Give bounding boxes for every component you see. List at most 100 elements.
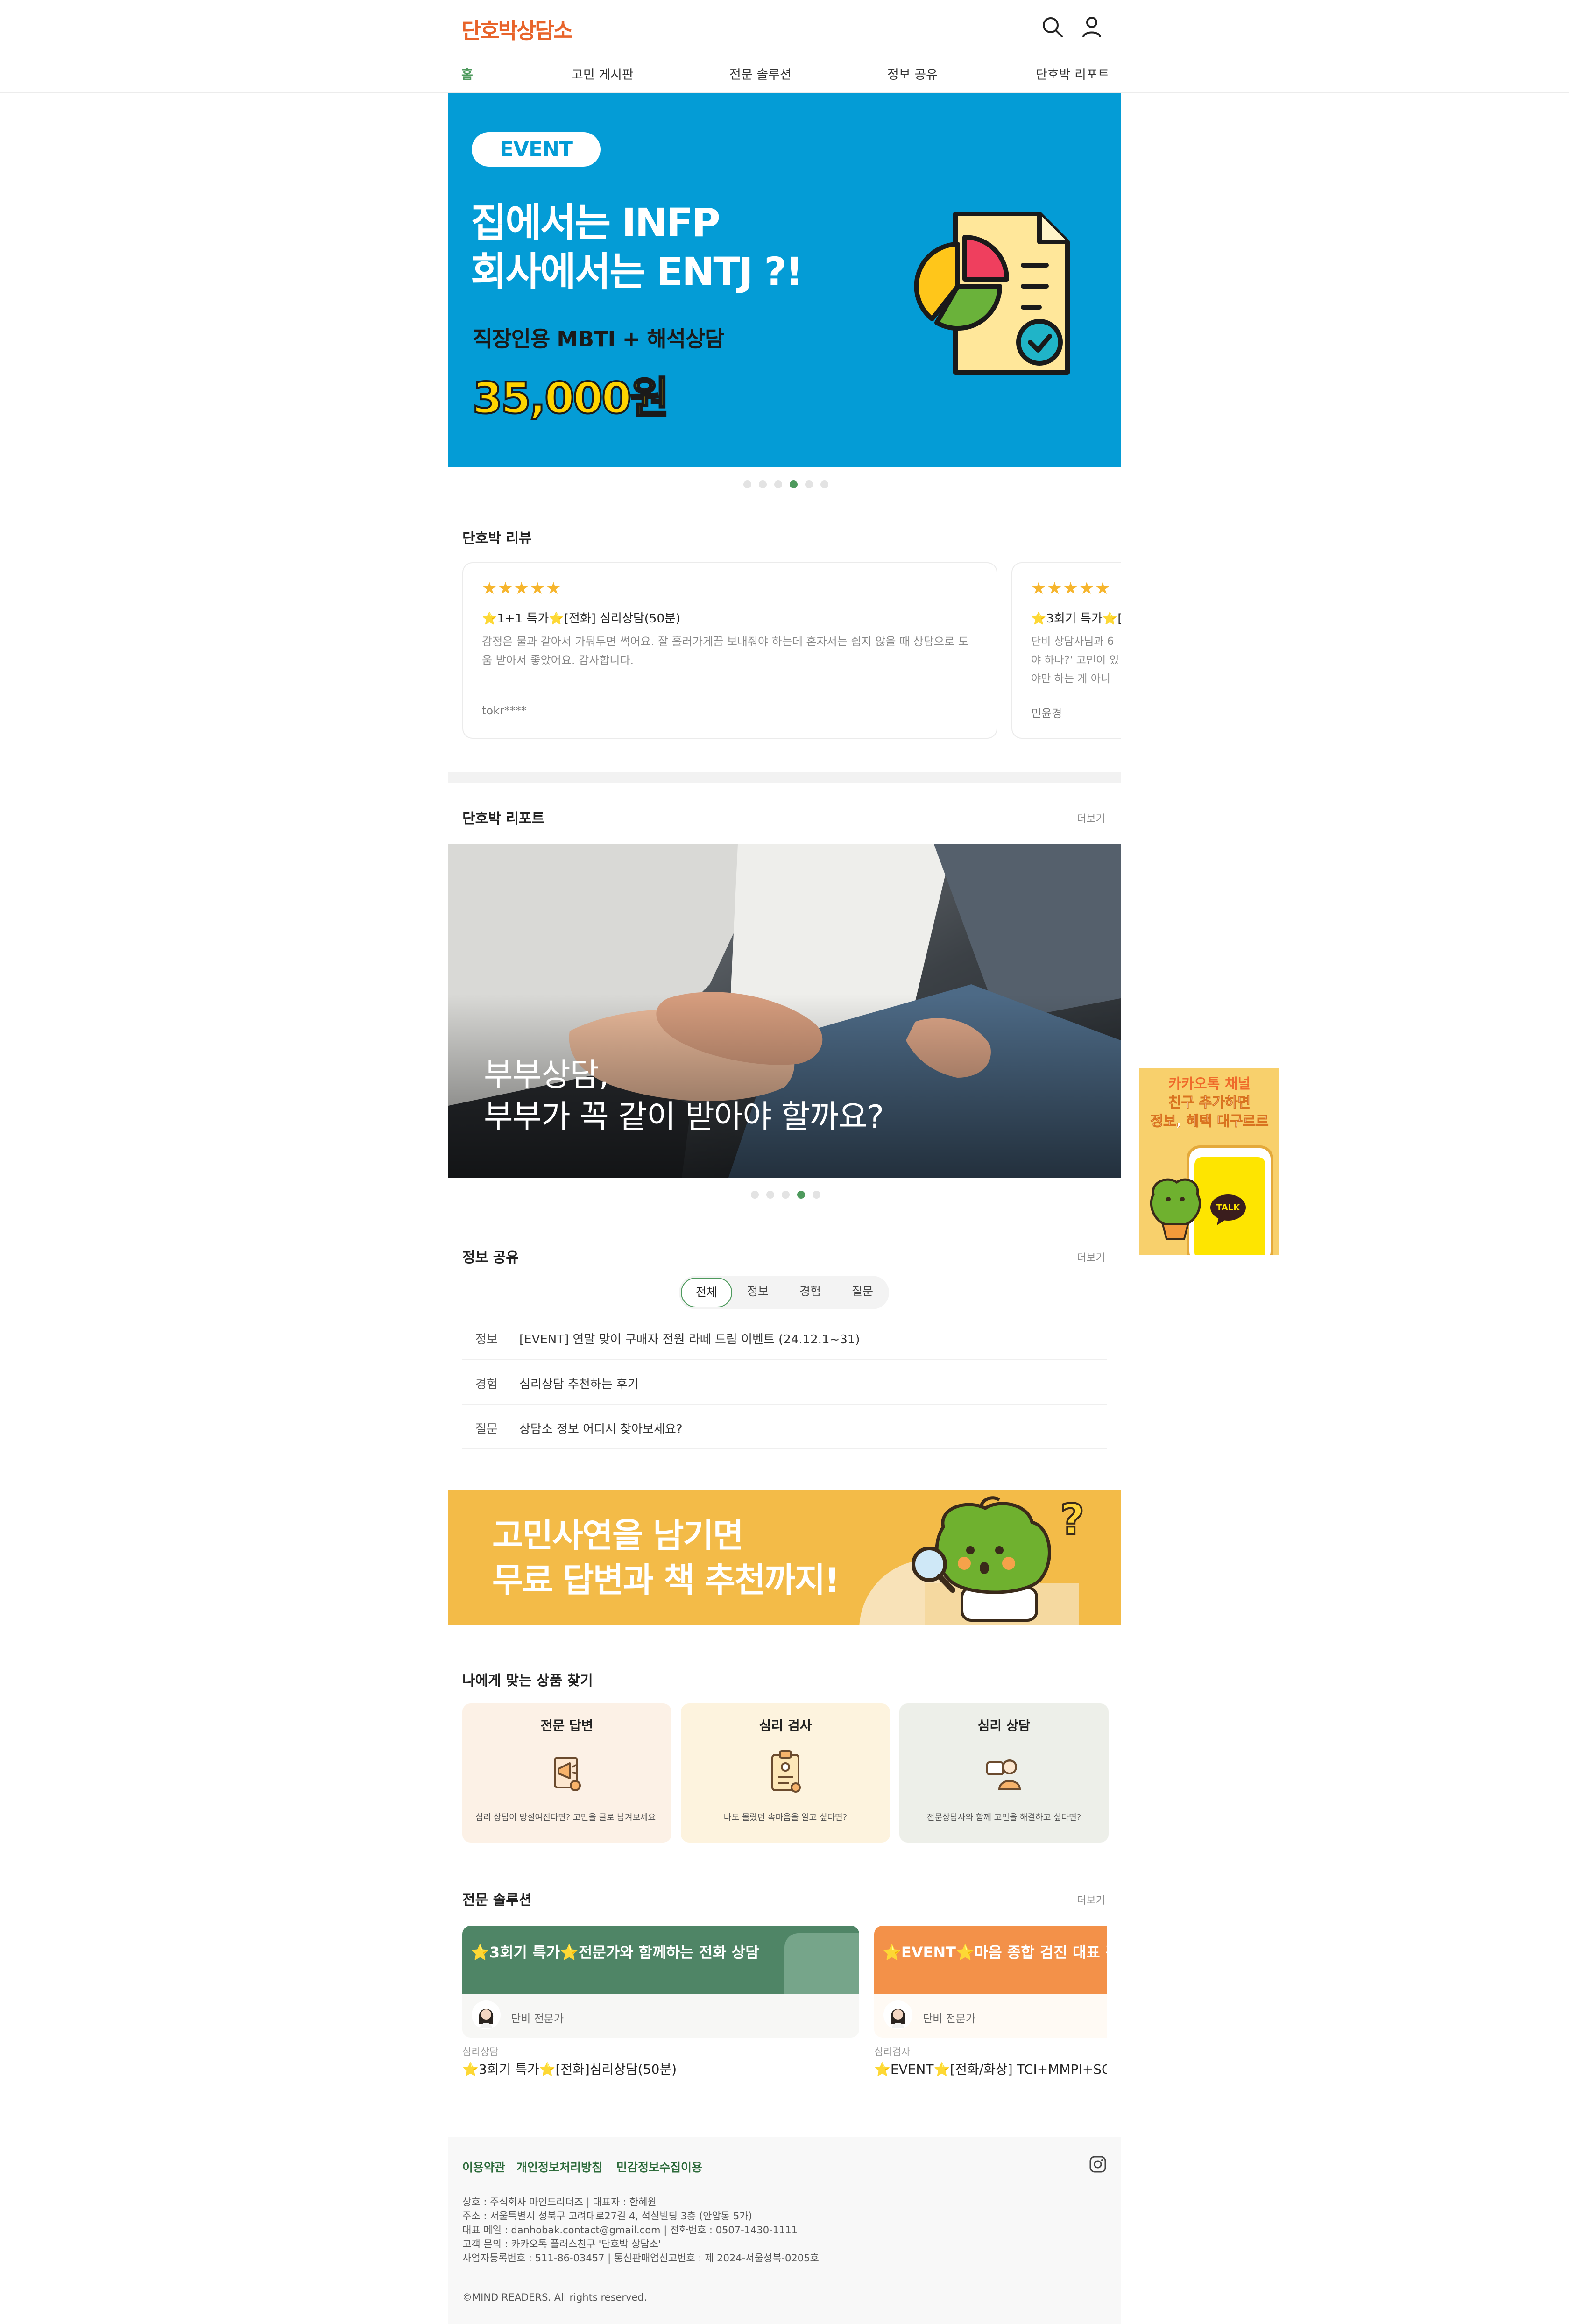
solution-card-title: ⭐3회기 특가⭐전문가와 함께하는 전화 상담 — [471, 1943, 759, 1961]
product-title: 전문 답변 — [540, 1718, 594, 1733]
chip-experience[interactable]: 경험 — [784, 1278, 836, 1307]
kakao-line-1: 카카오톡 채널 — [1168, 1076, 1251, 1092]
kakao-line-2: 친구 추가하면 — [1168, 1095, 1251, 1111]
solution-product-name[interactable]: ⭐3회기 특가⭐[전화]심리상담(50분) — [462, 2059, 677, 2078]
kakao-channel-banner[interactable]: 카카오톡 채널 친구 추가하면 정보, 혜택 대구르르 TALK — [1139, 1068, 1279, 1255]
solution-expert-bar: 단비 전문가 — [462, 1994, 859, 2038]
product-card-expert-answer[interactable]: 전문 답변 심리 상담이 망설여진다면? 고민을 글로 남겨보세요. — [462, 1703, 671, 1843]
search-icon[interactable] — [1039, 14, 1066, 40]
section-divider — [448, 772, 1121, 783]
kakao-line-3: 정보, 혜택 대구르르 — [1150, 1113, 1269, 1130]
solution-product-name[interactable]: ⭐EVENT⭐[전화/화상] TCI+MMPI+SCT+ — [874, 2059, 1107, 2078]
solution-category: 심리상담 — [462, 2046, 499, 2057]
review-product: ⭐1+1 특가⭐[전화] 심리상담(50분) — [482, 612, 681, 626]
footer-link-sensitive-info[interactable]: 민감정보수집이용 — [616, 2158, 702, 2175]
solution-expert-bar: 단비 전문가 — [874, 1994, 1107, 2038]
footer-link-privacy[interactable]: 개인정보처리방침 — [516, 2158, 602, 2175]
event-badge: EVENT — [472, 132, 601, 167]
products-title: 나에게 맞는 상품 찾기 — [462, 1673, 593, 1689]
pie-chart-document-icon — [914, 212, 1070, 375]
report-slide-dot-5[interactable] — [813, 1191, 820, 1199]
rating-stars: ★★★★★ — [1031, 579, 1111, 598]
hero-slide-dot-6[interactable] — [820, 480, 828, 488]
footer-address: 주소 : 서울특별시 성북구 고려대로27길 4, 석실빌딩 3층 (안암동 5… — [462, 2211, 752, 2222]
nav-report[interactable]: 단호박 리포트 — [1036, 64, 1110, 83]
rating-stars: ★★★★★ — [482, 579, 562, 598]
chip-question[interactable]: 질문 — [837, 1278, 888, 1307]
footer-company: 상호 : 주식회사 마인드리더즈 | 대표자 : 한혜원 — [462, 2197, 657, 2208]
reviews-title: 단호박 리뷰 — [462, 530, 532, 547]
product-desc: 전문상담사와 함께 고민을 해결하고 싶다면? — [926, 1813, 1081, 1822]
chip-info[interactable]: 정보 — [732, 1278, 784, 1307]
nav-home[interactable]: 홈 — [461, 64, 473, 83]
footer-link-terms[interactable]: 이용약관 — [462, 2158, 505, 2175]
promo-line-1: 고민사연을 남기면 — [492, 1516, 744, 1555]
site-logo[interactable]: 단호박상담소 — [461, 14, 573, 45]
chip-all[interactable]: 전체 — [681, 1278, 732, 1307]
hero-slide-dot-1[interactable] — [743, 480, 751, 488]
info-row[interactable]: 정보 [EVENT] 연말 맞이 구매자 전원 라떼 드림 이벤트 (24.12… — [462, 1315, 1107, 1360]
solutions-more-link[interactable]: 더보기 — [1077, 1892, 1105, 1907]
hero-slide-dot-5[interactable] — [805, 480, 813, 488]
review-card[interactable]: ★★★★★ ⭐1+1 특가⭐[전화] 심리상담(50분) 감정은 물과 같아서 … — [462, 562, 997, 739]
pumpkin-mascot-icon: ? — [859, 1494, 1085, 1625]
product-title: 심리 상담 — [977, 1718, 1031, 1733]
info-row[interactable]: 질문 상담소 정보 어디서 찾아보세요? — [462, 1405, 1107, 1449]
solution-card-title: ⭐EVENT⭐마음 종합 검진 대표 검사 — [883, 1943, 1107, 1961]
info-share-more-link[interactable]: 더보기 — [1077, 1250, 1105, 1264]
review-body: 감정은 물과 같아서 가둬두면 썩어요. 잘 흘러가게끔 보내줘야 하는데 혼자… — [482, 635, 968, 667]
user-icon[interactable] — [1079, 14, 1105, 40]
hero-slide-dot-3[interactable] — [774, 480, 782, 488]
solution-card[interactable]: ⭐EVENT⭐마음 종합 검진 대표 검사 단비 전문가 — [874, 1926, 1107, 2038]
info-post-title[interactable]: [EVENT] 연말 맞이 구매자 전원 라떼 드림 이벤트 (24.12.1~… — [519, 1330, 860, 1347]
hero-price: 35,000원 — [472, 372, 671, 424]
info-category: 정보 — [475, 1333, 498, 1347]
hero-headline-2: 회사에서는 ENTJ ?! — [471, 249, 803, 295]
footer-copyright: ©MIND READERS. All rights reserved. — [462, 2292, 647, 2303]
product-title: 심리 검사 — [759, 1718, 812, 1733]
report-slide-dot-1[interactable] — [751, 1191, 759, 1199]
nav-info-share[interactable]: 정보 공유 — [887, 64, 938, 83]
nav-board[interactable]: 고민 게시판 — [572, 64, 634, 83]
report-more-link[interactable]: 더보기 — [1077, 811, 1105, 826]
report-slide-dot-3[interactable] — [782, 1191, 790, 1199]
review-body: 단비 상담사님과 6 야 하나?' 고민이 있 야만 하는 게 아니 — [1031, 636, 1119, 685]
report-caption-line-2: 부부가 꼭 같이 받아야 할까요? — [484, 1099, 884, 1136]
info-category: 경험 — [475, 1377, 498, 1392]
review-card[interactable]: ★★★★★ ⭐3회기 특가⭐[전화 단비 상담사님과 6 야 하나?' 고민이 … — [1011, 562, 1121, 739]
product-desc: 심리 상담이 망설여진다면? 고민을 글로 남겨보세요. — [475, 1813, 658, 1822]
report-caption: 부부상담, 부부가 꼭 같이 받아야 할까요? — [484, 1054, 884, 1138]
solutions-title: 전문 솔루션 — [462, 1892, 532, 1908]
decor-shape — [784, 1933, 859, 1994]
info-share-title: 정보 공유 — [462, 1250, 519, 1266]
hero-slide-dot-2[interactable] — [759, 480, 767, 488]
info-post-title[interactable]: 상담소 정보 어디서 찾아보세요? — [519, 1420, 683, 1437]
product-desc: 나도 몰랐던 속마음을 알고 싶다면? — [723, 1813, 848, 1822]
product-card-counseling[interactable]: 심리 상담 전문상담사와 함께 고민을 해결하고 싶다면? — [899, 1703, 1109, 1843]
clipboard-icon — [771, 1750, 801, 1793]
promo-line-2: 무료 답변과 책 추천까지! — [492, 1561, 840, 1600]
info-post-title[interactable]: 심리상담 추천하는 후기 — [519, 1375, 639, 1392]
svg-text:?: ? — [1060, 1495, 1084, 1544]
talk-label: TALK — [1216, 1203, 1240, 1213]
info-row[interactable]: 경험 심리상담 추천하는 후기 — [462, 1360, 1107, 1405]
footer-customer-support: 고객 문의 : 카카오톡 플러스친구 '단호박 상담소' — [462, 2239, 661, 2250]
review-product: ⭐3회기 특가⭐[전화 — [1031, 612, 1121, 626]
product-card-psych-test[interactable]: 심리 검사 나도 몰랐던 속마음을 알고 싶다면? — [681, 1703, 890, 1843]
hero-headline-1: 집에서는 INFP — [471, 200, 721, 246]
review-user: 민윤경 — [1031, 707, 1062, 720]
report-slide-dot-4[interactable] — [797, 1191, 805, 1199]
report-slide-dot-2[interactable] — [766, 1191, 774, 1199]
nav-solutions[interactable]: 전문 솔루션 — [729, 64, 792, 83]
expert-avatar — [472, 2000, 501, 2029]
instagram-icon[interactable] — [1089, 2155, 1107, 2173]
hero-slide-dot-4[interactable] — [790, 480, 798, 488]
solution-card[interactable]: ⭐3회기 특가⭐전문가와 함께하는 전화 상담 단비 전문가 — [462, 1926, 859, 2038]
info-category: 질문 — [475, 1422, 498, 1436]
expert-name: 단비 전문가 — [511, 2013, 564, 2025]
expert-name: 단비 전문가 — [923, 2013, 976, 2025]
review-user: tokr**** — [482, 704, 527, 717]
megaphone-icon — [554, 1757, 581, 1791]
footer-business-number: 사업자등록번호 : 511-86-03457 | 통신판매업신고번호 : 제 2… — [462, 2253, 819, 2264]
report-title: 단호박 리포트 — [462, 811, 545, 827]
